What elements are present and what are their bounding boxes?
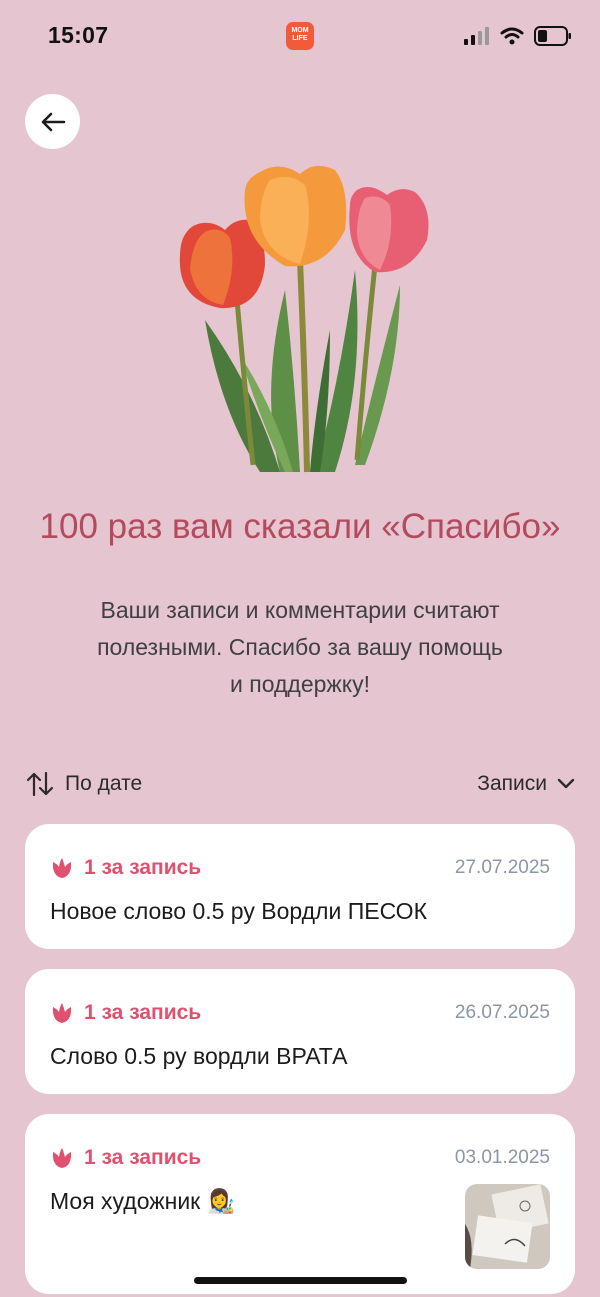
entry-title: Моя художник 👩‍🎨 bbox=[50, 1188, 236, 1214]
chevron-down-icon bbox=[557, 778, 575, 789]
wifi-icon bbox=[500, 27, 524, 45]
sort-label: По дате bbox=[65, 772, 143, 795]
entry-date: 27.07.2025 bbox=[454, 857, 550, 878]
entry-title: Новое слово 0.5 ру Вордли ПЕСОК bbox=[50, 898, 427, 924]
sort-arrows-icon bbox=[26, 771, 54, 797]
home-indicator bbox=[194, 1277, 407, 1284]
status-time: 15:07 bbox=[48, 22, 109, 48]
sort-filter-row: По дате Записи bbox=[25, 764, 575, 804]
page-title: 100 раз вам сказали «Спасибо» bbox=[39, 507, 561, 546]
tulip-icon bbox=[52, 858, 72, 878]
entry-title: Слово 0.5 ру вордли ВРАТА bbox=[50, 1043, 348, 1069]
momlife-app-icon: MOM LIFE bbox=[286, 22, 314, 50]
battery-icon bbox=[534, 26, 571, 46]
tulips-illustration bbox=[179, 165, 429, 473]
sort-button[interactable]: По дате bbox=[25, 771, 142, 797]
status-bar: 15:07 MOM LIFE bbox=[0, 0, 600, 76]
system-icons bbox=[464, 26, 572, 46]
entry-date: 03.01.2025 bbox=[454, 1147, 550, 1168]
tulip-icon bbox=[52, 1148, 72, 1168]
page-subtitle: Ваши записи и комментарии считают полезн… bbox=[97, 597, 503, 697]
tulip-icon bbox=[52, 1003, 72, 1023]
filter-dropdown[interactable]: Записи bbox=[477, 772, 575, 796]
signal-icon bbox=[464, 27, 489, 45]
entry-card[interactable]: 1 за запись 27.07.2025 Новое слово 0.5 р… bbox=[25, 824, 575, 949]
arrow-left-icon bbox=[41, 112, 65, 131]
thanks-badge: 1 за запись bbox=[50, 1001, 201, 1025]
back-button[interactable] bbox=[25, 94, 80, 149]
entry-card[interactable]: 1 за запись 26.07.2025 Слово 0.5 ру ворд… bbox=[25, 969, 575, 1094]
filter-label: Записи bbox=[477, 772, 547, 795]
entry-thumbnail[interactable] bbox=[465, 1184, 550, 1269]
thanks-badge: 1 за запись bbox=[50, 1146, 201, 1170]
entry-date: 26.07.2025 bbox=[454, 1002, 550, 1023]
thanks-badge: 1 за запись bbox=[50, 856, 201, 880]
entry-card[interactable]: 1 за запись 03.01.2025 Моя художник 👩‍🎨 bbox=[25, 1114, 575, 1294]
